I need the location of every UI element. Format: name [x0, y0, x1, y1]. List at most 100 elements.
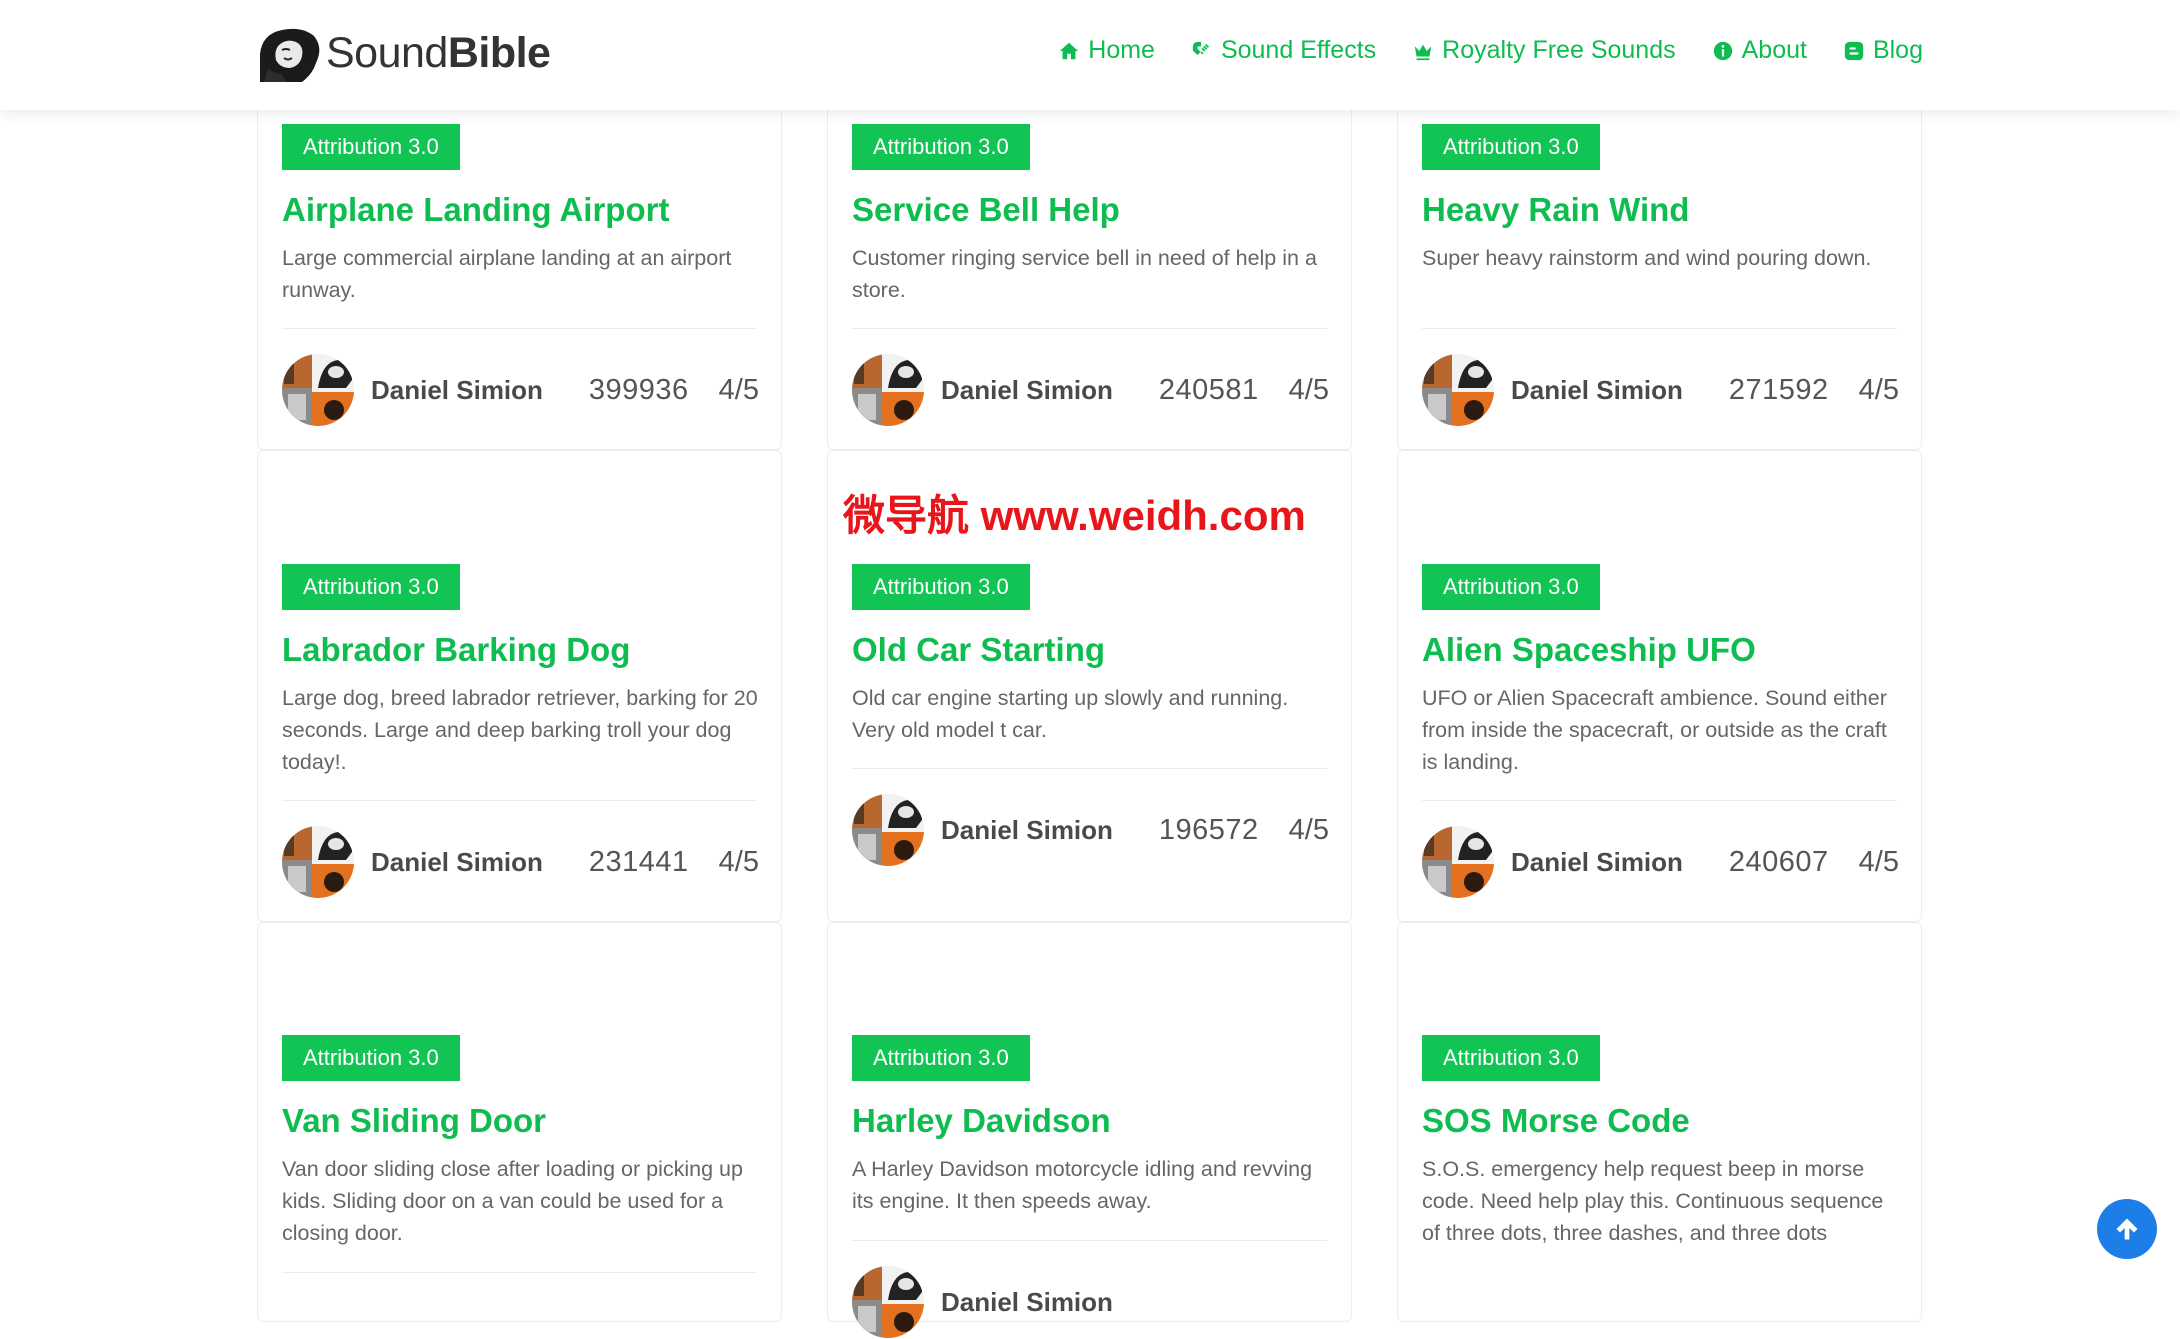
sound-title[interactable]: Old Car Starting — [852, 631, 1327, 669]
author-name[interactable]: Daniel Simion — [371, 375, 543, 406]
sound-description: Large dog, breed labrador retriever, bar… — [282, 686, 758, 774]
license-badge[interactable]: Attribution 3.0 — [1422, 564, 1600, 610]
sound-title[interactable]: Heavy Rain Wind — [1422, 191, 1897, 229]
rating: 4/5 — [1288, 373, 1329, 406]
avatar-collage-icon — [852, 794, 924, 866]
divider — [1422, 328, 1897, 329]
license-badge[interactable]: Attribution 3.0 — [852, 124, 1030, 170]
divider — [282, 1272, 757, 1273]
sound-title[interactable]: Labrador Barking Dog — [282, 631, 757, 669]
author-name[interactable]: Daniel Simion — [1511, 847, 1683, 878]
divider — [282, 328, 757, 329]
sound-description: Super heavy rainstorm and wind pouring d… — [1422, 246, 1872, 270]
avatar[interactable] — [852, 1266, 924, 1338]
avatar-collage-icon — [1422, 826, 1494, 898]
sound-meta: Daniel Simion 196572 4/5 — [852, 793, 1329, 867]
home-icon — [1060, 42, 1079, 59]
logo-wordmark: SoundBible — [326, 28, 551, 77]
site-logo[interactable]: SoundBible — [256, 22, 551, 84]
play-count: 271592 — [1728, 373, 1829, 406]
sound-title[interactable]: Harley Davidson — [852, 1102, 1327, 1140]
author-name[interactable]: Daniel Simion — [371, 847, 543, 878]
avatar-collage-icon — [1422, 354, 1494, 426]
license-badge[interactable]: Attribution 3.0 — [282, 564, 460, 610]
author-name[interactable]: Daniel Simion — [941, 1287, 1113, 1318]
sound-meta: Daniel Simion 271592 4/5 — [1422, 353, 1899, 427]
avatar[interactable] — [852, 354, 924, 426]
avatar-collage-icon — [852, 1266, 924, 1338]
sound-card: Attribution 3.0 Labrador Barking Dog Lar… — [257, 450, 782, 922]
nav-home[interactable]: Home — [1058, 36, 1155, 65]
avatar[interactable] — [1422, 354, 1494, 426]
sound-meta: Daniel Simion 231441 4/5 — [282, 825, 759, 899]
license-badge[interactable]: Attribution 3.0 — [282, 124, 460, 170]
avatar[interactable] — [282, 354, 354, 426]
nav-blog-label: Blog — [1872, 36, 1923, 64]
divider — [852, 328, 1327, 329]
nav-sound-effects[interactable]: Sound Effects — [1191, 36, 1376, 65]
license-badge[interactable]: Attribution 3.0 — [852, 1035, 1030, 1081]
author-name[interactable]: Daniel Simion — [1511, 375, 1683, 406]
author-name[interactable]: Daniel Simion — [941, 815, 1113, 846]
sound-meta: Daniel Simion 399936 4/5 — [282, 353, 759, 427]
watermark-text: 微导航 www.weidh.com — [843, 492, 1306, 539]
avatar[interactable] — [282, 826, 354, 898]
avatar[interactable] — [1422, 826, 1494, 898]
license-badge[interactable]: Attribution 3.0 — [282, 1035, 460, 1081]
crown-icon — [1414, 44, 1432, 60]
divider — [852, 768, 1327, 769]
nav-royalty-free[interactable]: Royalty Free Sounds — [1412, 36, 1676, 65]
sound-grid: Attribution 3.0 Airplane Landing Airport… — [257, 0, 1922, 1338]
nav-blog[interactable]: Blog — [1843, 36, 1923, 65]
play-count: 240607 — [1728, 845, 1829, 878]
rating: 4/5 — [718, 373, 759, 406]
sound-meta: Daniel Simion — [852, 1265, 1329, 1339]
play-count: 231441 — [588, 845, 689, 878]
rating: 4/5 — [1288, 813, 1329, 846]
site-header: SoundBible Home Sound Effects Royalty Fr… — [0, 0, 2180, 110]
info-icon — [1713, 41, 1732, 60]
license-badge[interactable]: Attribution 3.0 — [852, 564, 1030, 610]
license-badge[interactable]: Attribution 3.0 — [1422, 124, 1600, 170]
nav-royalty-free-label: Royalty Free Sounds — [1442, 36, 1676, 64]
sound-title[interactable]: SOS Morse Code — [1422, 1102, 1897, 1140]
sound-title[interactable]: Airplane Landing Airport — [282, 191, 757, 229]
play-count: 240581 — [1158, 373, 1259, 406]
sound-description: Large commercial airplane landing at an … — [282, 246, 732, 302]
divider — [1422, 800, 1897, 801]
rating: 4/5 — [1858, 845, 1899, 878]
avatar[interactable] — [852, 794, 924, 866]
sound-card: Attribution 3.0 Alien Spaceship UFO UFO … — [1397, 450, 1922, 922]
sound-title[interactable]: Van Sliding Door — [282, 1102, 757, 1140]
sound-card: Attribution 3.0 Van Sliding Door Van doo… — [257, 922, 782, 1322]
avatar-collage-icon — [282, 354, 354, 426]
main-nav: Home Sound Effects Royalty Free Sounds A… — [1058, 36, 1923, 65]
sound-meta: Daniel Simion 240607 4/5 — [1422, 825, 1899, 899]
arrow-up-icon — [2116, 1218, 2138, 1240]
sound-meta: Daniel Simion 240581 4/5 — [852, 353, 1329, 427]
author-name[interactable]: Daniel Simion — [941, 375, 1113, 406]
blog-icon — [1844, 41, 1864, 60]
sound-description: Van door sliding close after loading or … — [282, 1157, 743, 1245]
sound-description: A Harley Davidson motorcycle idling and … — [852, 1157, 1313, 1213]
sound-description: UFO or Alien Spacecraft ambience. Sound … — [1422, 686, 1887, 774]
back-to-top-button[interactable] — [2097, 1199, 2157, 1259]
sound-title[interactable]: Service Bell Help — [852, 191, 1327, 229]
sound-card: Attribution 3.0 Harley Davidson A Harley… — [827, 922, 1352, 1338]
sound-card: Attribution 3.0 SOS Morse Code S.O.S. em… — [1397, 922, 1922, 1322]
rating: 4/5 — [718, 845, 759, 878]
sound-description: Old car engine starting up slowly and ru… — [852, 686, 1289, 742]
divider — [852, 1240, 1327, 1241]
sound-title[interactable]: Alien Spaceship UFO — [1422, 631, 1897, 669]
avatar-collage-icon — [852, 354, 924, 426]
nav-home-label: Home — [1088, 36, 1155, 64]
avatar-collage-icon — [282, 826, 354, 898]
nav-about[interactable]: About — [1712, 36, 1807, 65]
play-count: 399936 — [588, 373, 689, 406]
sound-description: Customer ringing service bell in need of… — [852, 246, 1317, 302]
license-badge[interactable]: Attribution 3.0 — [1422, 1035, 1600, 1081]
sound-description: S.O.S. emergency help request beep in mo… — [1422, 1157, 1884, 1245]
divider — [282, 800, 757, 801]
play-count: 196572 — [1158, 813, 1259, 846]
nav-about-label: About — [1741, 36, 1807, 64]
